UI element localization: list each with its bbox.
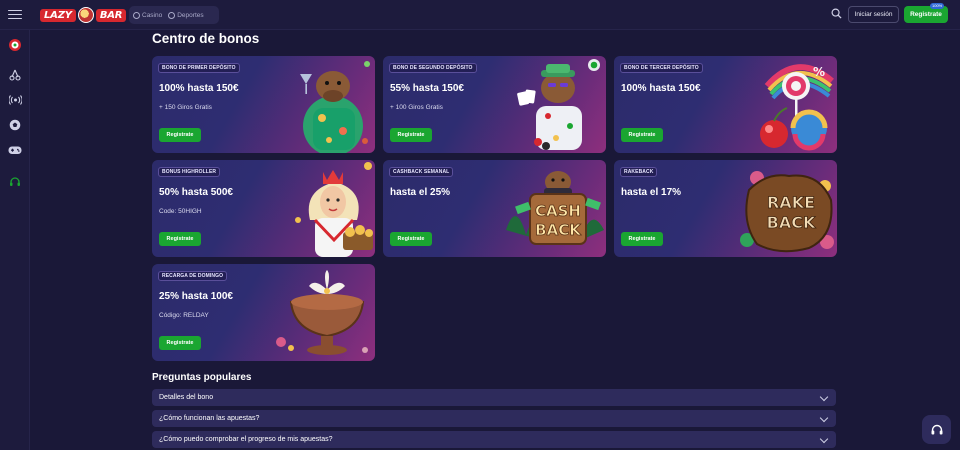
- search-icon[interactable]: [831, 8, 842, 19]
- gamepad-icon[interactable]: [8, 143, 22, 157]
- faq-question: ¿Cómo funcionan las apuestas?: [159, 415, 260, 422]
- faq-item-bet-progress[interactable]: ¿Cómo puedo comprobar el progreso de mis…: [152, 431, 836, 448]
- live-icon[interactable]: [8, 93, 22, 107]
- support-icon[interactable]: [8, 175, 22, 189]
- faq-question: Detalles del bono: [159, 394, 214, 401]
- faq-title: Preguntas populares: [152, 372, 252, 383]
- tab-casino-label: Casino: [142, 11, 163, 19]
- register-button[interactable]: Registrate: [159, 232, 201, 246]
- bonus-headline: hasta el 17%: [621, 187, 682, 198]
- chevron-down-icon: [819, 434, 829, 444]
- menu-icon[interactable]: [8, 7, 22, 21]
- bonus-subtext: Code: 50HIGH: [159, 208, 202, 215]
- queen-gold-illustration: [295, 162, 373, 257]
- back-sign-text: BACK: [535, 221, 582, 239]
- register-badge: 100%: [930, 3, 945, 9]
- bonus-headline: 25% hasta 100€: [159, 291, 233, 302]
- bonus-card-second-deposit[interactable]: BONO DE SEGUNDO DEPÓSITO 55% hasta 150€ …: [383, 56, 606, 153]
- bonus-headline: 100% hasta 150€: [621, 83, 701, 94]
- page-title: Centro de bonos: [152, 31, 260, 46]
- candy-cherry-illustration: %: [760, 64, 834, 151]
- bonus-headline: 55% hasta 150€: [390, 83, 464, 94]
- bonus-subtext: + 100 Giros Gratis: [390, 104, 443, 111]
- cashback-sign-illustration: CASH BACK: [506, 171, 604, 245]
- cherries-icon[interactable]: [8, 68, 22, 82]
- bonus-tag: BONUS HIGHROLLER: [158, 167, 221, 177]
- bonus-card-sunday-reload[interactable]: RECARGA DE DOMINGO 25% hasta 100€ Código…: [152, 264, 375, 361]
- top-bar: LAZY BAR Casino Deportes Iniciar sesión …: [0, 0, 960, 30]
- register-button[interactable]: Registrate: [390, 232, 432, 246]
- bonus-tag: BONO DE TERCER DEPÓSITO: [620, 63, 703, 73]
- bonus-card-third-deposit[interactable]: % BONO DE TERCER DEPÓSITO 100% hasta 150…: [614, 56, 837, 153]
- faq-item-how-bets-work[interactable]: ¿Cómo funcionan las apuestas?: [152, 410, 836, 427]
- logo-text-left: LAZY: [40, 8, 76, 22]
- support-chat-button[interactable]: [922, 415, 951, 444]
- capybara-poker-illustration: [517, 59, 600, 150]
- tab-deportes[interactable]: Deportes: [168, 11, 204, 19]
- bonus-tag: BONO DE SEGUNDO DEPÓSITO: [389, 63, 477, 73]
- product-switcher: Casino Deportes: [129, 6, 219, 24]
- bonus-tag: RECARGA DE DOMINGO: [158, 271, 228, 281]
- football-icon[interactable]: [8, 118, 22, 132]
- register-button[interactable]: Registrate: [159, 336, 201, 350]
- bonus-card-rakeback[interactable]: RAKE BACK RAKEBACK hasta el 17% Registra…: [614, 160, 837, 257]
- rake-sign-text: RAKE: [767, 193, 815, 212]
- logo[interactable]: LAZY BAR: [40, 6, 127, 24]
- register-button[interactable]: Registrate: [159, 128, 201, 142]
- bonus-card-first-deposit[interactable]: BONO DE PRIMER DEPÓSITO 100% hasta 150€ …: [152, 56, 375, 153]
- bonus-tag: RAKEBACK: [620, 167, 658, 177]
- tab-deportes-label: Deportes: [177, 11, 204, 19]
- capybara-hawaiian-illustration: [300, 61, 370, 153]
- bonus-subtext: + 150 Giros Gratis: [159, 104, 212, 111]
- bonus-headline: 100% hasta 150€: [159, 83, 239, 94]
- faq-question: ¿Cómo puedo comprobar el progreso de mis…: [159, 436, 333, 443]
- sidebar: [0, 30, 30, 450]
- bonus-tag: CASHBACK SEMANAL: [389, 167, 454, 177]
- logo-mascot-icon: [77, 7, 94, 23]
- wheel-icon[interactable]: [8, 38, 22, 52]
- faq-item-bonus-details[interactable]: Detalles del bono: [152, 389, 836, 406]
- logo-text-right: BAR: [95, 8, 127, 22]
- register-button[interactable]: Registrate: [390, 128, 432, 142]
- tab-casino[interactable]: Casino: [133, 11, 163, 19]
- bonus-headline: hasta el 25%: [390, 187, 451, 198]
- svg-text:%: %: [813, 65, 825, 79]
- cards-icon: [133, 11, 140, 19]
- chevron-down-icon: [819, 413, 829, 423]
- back2-sign-text: BACK: [767, 213, 816, 232]
- cash-sign-text: CASH: [535, 202, 581, 220]
- headset-icon: [931, 424, 942, 434]
- register-button[interactable]: Registrate: [621, 232, 663, 246]
- bonus-card-highroller[interactable]: BONUS HIGHROLLER 50% hasta 500€ Code: 50…: [152, 160, 375, 257]
- flower-bowl-illustration: [276, 270, 368, 355]
- chevron-down-icon: [819, 392, 829, 402]
- rakeback-sign-illustration: RAKE BACK: [740, 171, 834, 253]
- bonus-subtext: Código: RELDAY: [159, 312, 209, 319]
- login-button[interactable]: Iniciar sesión: [848, 6, 899, 23]
- bonus-card-cashback[interactable]: CASH BACK CASHBACK SEMANAL hasta el 25% …: [383, 160, 606, 257]
- ball-icon: [168, 11, 176, 19]
- register-button[interactable]: Registrate: [621, 128, 663, 142]
- bonus-headline: 50% hasta 500€: [159, 187, 233, 198]
- bonus-tag: BONO DE PRIMER DEPÓSITO: [158, 63, 240, 73]
